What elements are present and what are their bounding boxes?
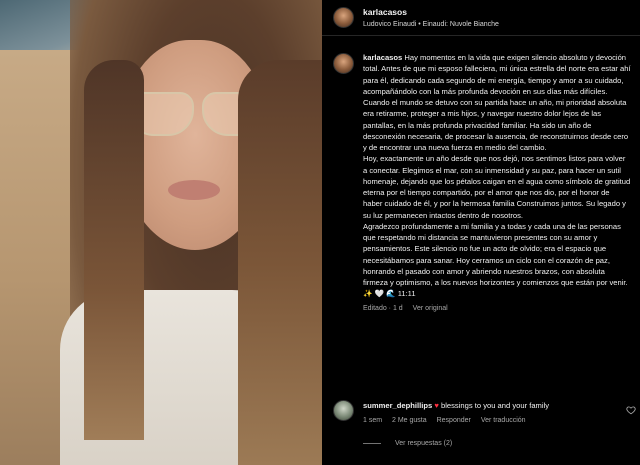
- caption-avatar[interactable]: [333, 53, 354, 74]
- post-photo[interactable]: [0, 0, 322, 465]
- photo-hair-left: [84, 60, 144, 440]
- caption-username[interactable]: karlacasos: [363, 53, 402, 62]
- comment-meta: 1 sem 2 Me gusta Responder Ver traducció…: [363, 417, 625, 424]
- comment-body: summer_dephillips ♥ blessings to you and…: [363, 400, 625, 424]
- replies-divider: [363, 443, 381, 444]
- photo-hair-right: [238, 60, 322, 465]
- heart-emoji-icon: ♥: [434, 401, 439, 410]
- commenter-avatar[interactable]: [333, 400, 354, 421]
- photo-lips: [168, 180, 220, 200]
- caption-body: karlacasos Hay momentos en la vida que e…: [363, 52, 631, 312]
- author-avatar[interactable]: [333, 7, 354, 28]
- post-header: karlacasos Ludovico Einaudi • Einaudi: N…: [322, 0, 640, 36]
- comment-content: blessings to you and your family: [440, 401, 550, 410]
- caption-text: karlacasos Hay momentos en la vida que e…: [363, 52, 631, 300]
- see-translation-link[interactable]: Ver traducción: [481, 417, 526, 424]
- caption-content: Hay momentos en la vida que exigen silen…: [363, 53, 631, 299]
- comment-likes[interactable]: 2 Me gusta: [392, 417, 427, 424]
- comment-like-heart-icon[interactable]: [626, 405, 636, 415]
- view-replies[interactable]: Ver respuestas (2): [363, 440, 452, 447]
- see-original-link[interactable]: Ver original: [413, 305, 448, 312]
- comment-text: summer_dephillips ♥ blessings to you and…: [363, 400, 625, 411]
- view-replies-label[interactable]: Ver respuestas (2): [395, 440, 452, 447]
- post-caption: karlacasos Hay momentos en la vida que e…: [333, 52, 633, 312]
- comment-item: summer_dephillips ♥ blessings to you and…: [333, 400, 633, 424]
- caption-edited: Editado · 1 d: [363, 304, 403, 312]
- reply-button[interactable]: Responder: [437, 417, 471, 424]
- music-label[interactable]: Ludovico Einaudi • Einaudi: Nuvole Bianc…: [363, 19, 499, 31]
- author-username[interactable]: karlacasos: [363, 7, 407, 17]
- post-side-panel: karlacasos Ludovico Einaudi • Einaudi: N…: [322, 0, 640, 465]
- header-text: karlacasos Ludovico Einaudi • Einaudi: N…: [363, 5, 499, 31]
- commenter-username[interactable]: summer_dephillips: [363, 401, 432, 410]
- caption-meta: Editado · 1 d Ver original: [363, 305, 631, 312]
- comment-time: 1 sem: [363, 417, 383, 424]
